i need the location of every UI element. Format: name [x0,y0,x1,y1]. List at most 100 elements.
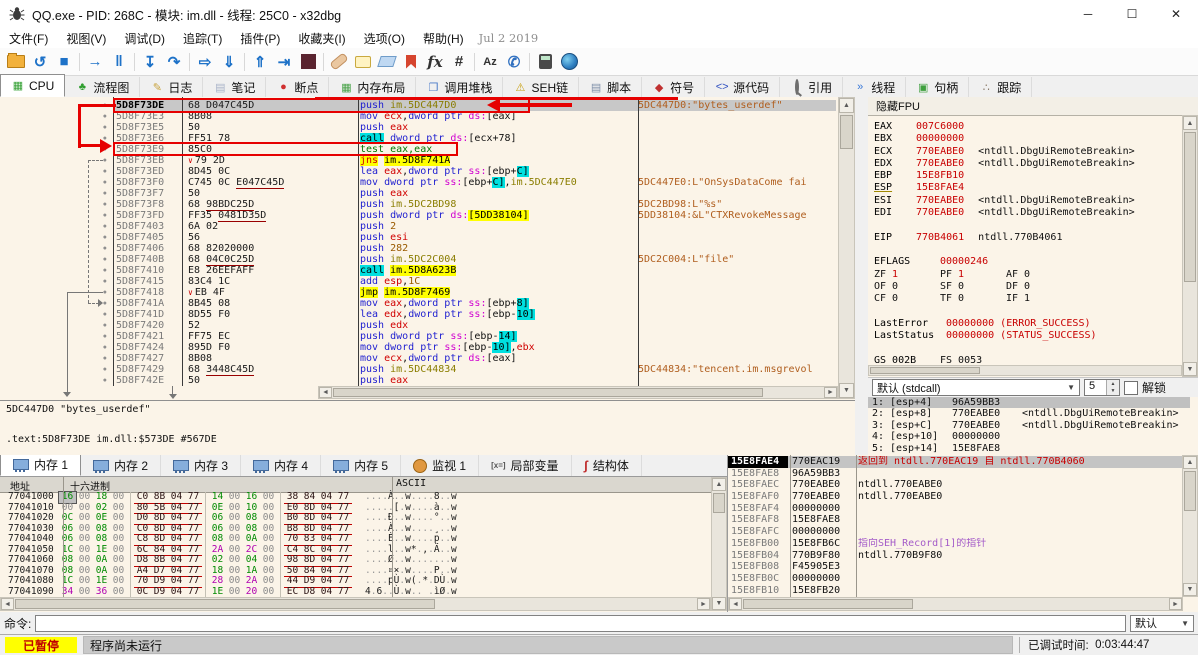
scroll-thumb[interactable] [15,599,435,609]
tab-引用[interactable]: 引用 [780,77,844,97]
menu-item[interactable]: 视图(V) [57,28,115,49]
stack-row[interactable]: 15E8FAE8 96A59BB3 [728,468,1183,480]
breakpoint-dot[interactable]: ● [0,122,113,133]
tab-句柄[interactable]: ▣ 句柄 [906,77,970,97]
disasm-row[interactable]: ● 5D8F73F7 50 push eax [0,188,836,199]
strings-icon[interactable]: Az [478,51,502,73]
restart-icon[interactable]: ↺ [28,51,52,73]
stack-vscrollbar[interactable]: ▲ ▼ [1182,455,1198,597]
registers-vscrollbar[interactable]: ▲ ▼ [1182,115,1198,377]
disasm-row[interactable]: ● 5D8F73DE 68 D047C45D push im.5DC447D0 5DC4… [0,100,836,111]
breakpoint-dot[interactable]: ● [0,188,113,199]
help-globe-icon[interactable] [557,51,581,73]
disasm-row[interactable]: ● 5D8F73E3 8B08 mov ecx,dword ptr ds:[eax] [0,111,836,122]
stack-row[interactable]: 15E8FB10 15E8FB20 [728,585,1183,597]
disasm-row[interactable]: ● 5D8F73E9 85C0 test eax,eax [0,144,836,155]
stack-row[interactable]: 15E8FB0C 00000000 [728,573,1183,585]
registers-hscrollbar[interactable] [868,365,1182,376]
minimize-button[interactable]: ─ [1066,0,1110,28]
tab-流程图[interactable]: ♣ 流程图 [65,77,141,97]
tab-CPU[interactable]: ▦ CPU [0,74,66,97]
disasm-row[interactable]: ● 5D8F740B 68 04C0C25D push im.5DC2C004 5DC2… [0,254,836,266]
tab-内存 4[interactable]: 内存 4 [241,455,322,476]
breakpoint-dot[interactable]: ● [0,177,113,188]
register-row[interactable] [874,244,1182,256]
menu-item[interactable]: 收藏夹(I) [289,28,354,49]
disasm-row[interactable]: ● 5D8F73EB ∨ 79 2D jns im.5D8F741A [0,155,836,166]
scroll-thumb[interactable] [1184,471,1196,511]
scroll-left-arrow[interactable]: ◄ [319,387,332,398]
argument-row[interactable]: 5: [esp+14] 15E8FAE8 [868,443,1190,454]
scroll-up-arrow[interactable]: ▲ [712,478,726,491]
disasm-row[interactable]: ● 5D8F73F0 C745 0C E047C45D mov dword ptr s… [0,177,836,189]
stack-row[interactable]: 15E8FB04 770B9F80 ntdll.770B9F80 [728,550,1183,562]
breakpoint-dot[interactable]: ● [0,111,113,122]
run-to-cursor-icon[interactable]: ⇨ [193,51,217,73]
disasm-row[interactable]: ● 5D8F7410 E8 26EEFAFF call im.5D8A623B [0,265,836,276]
register-row[interactable]: ESI 770EABE0 <ntdll.DbgUiRemoteBreakin> [874,195,1182,207]
disasm-row[interactable]: ● 5D8F741A 8B45 08 mov eax,dword ptr ss:[eb… [0,298,836,309]
menu-item[interactable]: 调试(D) [115,28,174,49]
register-row[interactable]: ESP 15E8FAE4 [874,182,1182,194]
tab-脚本[interactable]: ▤ 脚本 [579,77,643,97]
stack-hscrollbar[interactable]: ◄ ► [728,597,1183,611]
disasm-row[interactable]: ● 5D8F7421 FF75 EC push dword ptr ss:[ebp-1… [0,331,836,342]
dump-hscrollbar[interactable]: ◄ ► [0,597,711,611]
argument-row[interactable]: 2: [esp+8] 770EABE0 <ntdll.DbgUiRemoteBreak… [868,408,1190,419]
breakpoint-dot[interactable]: ● [0,353,113,364]
argument-row[interactable]: 3: [esp+C] 770EABE0 <ntdll.DbgUiRemoteBreak… [868,420,1190,431]
functions-icon[interactable]: fx [423,51,447,73]
open-file-icon[interactable] [4,51,28,73]
scroll-thumb[interactable] [333,388,763,397]
run-to-user-code-icon[interactable]: ⇥ [272,51,296,73]
disasm-row[interactable]: ● 5D8F73FD FF35 0481D35D push dword ptr ds:… [0,210,836,222]
phone-icon[interactable]: ✆ [502,51,526,73]
tab-局部变量[interactable]: [x=] 局部变量 [479,455,572,476]
dump-row[interactable]: 77041080 1C 00 1E 00 70 D9 04 77 28 00 2A 00 44 D9 04 77… [0,575,711,588]
labels-icon[interactable] [375,51,399,73]
step-into-icon[interactable]: ↧ [138,51,162,73]
stack-row[interactable]: 15E8FB00 15E8FB6C 指向SEH_Record[1]的指针 [728,538,1183,550]
tab-日志[interactable]: ✎ 日志 [140,77,204,97]
tab-源代码[interactable]: <> 源代码 [705,77,781,97]
scroll-thumb[interactable] [840,115,853,149]
scroll-right-arrow[interactable]: ► [824,387,837,398]
trace-into-icon[interactable]: ⇓ [217,51,241,73]
register-row[interactable]: EDX 770EABE0 <ntdll.DbgUiRemoteBreakin> [874,158,1182,170]
close-button[interactable]: ✕ [1154,0,1198,28]
register-row[interactable]: EAX 007C6000 [874,121,1182,133]
dump-vscrollbar[interactable]: ▲ ▼ [711,477,727,611]
disasm-row[interactable]: ● 5D8F73F8 68 98BDC25D push im.5DC2BD98 5DC2… [0,199,836,211]
tab-调用堆栈[interactable]: ❐ 调用堆栈 [416,77,504,97]
register-row[interactable]: ZF 1 PF 1 AF 0 [874,269,1182,281]
register-row[interactable]: LastStatus 00000000 (STATUS_SUCCESS) [874,330,1182,342]
tab-线程[interactable]: » 线程 [843,77,907,97]
breakpoint-dot[interactable]: ● [0,133,113,144]
tab-监视 1[interactable]: 监视 1 [401,455,480,476]
scroll-down-arrow[interactable]: ▼ [1183,583,1197,596]
dump-row[interactable]: 77041000 16 00 18 00 C0 8B 04 77 14 00 16 00 38 84 04 77… [0,491,711,504]
breakpoint-dot[interactable]: ● [0,144,113,155]
step-out-icon[interactable]: ⇑ [248,51,272,73]
breakpoint-dot[interactable]: ● [0,254,113,265]
disasm-row[interactable]: ● 5D8F73ED 8D45 0C lea eax,dword ptr ss:[eb… [0,166,836,177]
tab-内存布局[interactable]: ▦ 内存布局 [329,77,417,97]
register-row[interactable]: EDI 770EABE0 <ntdll.DbgUiRemoteBreakin> [874,207,1182,219]
scroll-thumb[interactable] [743,599,913,609]
stack-panel[interactable]: 15E8FAE4 770EAC19 返回到 ntdll.770EAC19 自 ntd… [727,455,1198,612]
spin-up-icon[interactable]: ▲ [1107,380,1119,388]
stack-row[interactable]: 15E8FAE4 770EAC19 返回到 ntdll.770EAC19 自 ntd… [728,456,1183,468]
dump-row[interactable]: 77041020 0C 00 0E 00 D0 8D 04 77 06 00 08 00 B0 8D 04 77… [0,512,711,525]
snowman-icon[interactable]: # [447,51,471,73]
breakpoint-dot[interactable]: ● [0,320,113,331]
patches-icon[interactable] [327,51,351,73]
disasm-row[interactable]: ● 5D8F73E6 FF51 78 call dword ptr ds:[ecx+7… [0,133,836,144]
menu-item[interactable]: 帮助(H) [414,28,473,49]
scroll-down-arrow[interactable]: ▼ [839,383,854,398]
disasm-row[interactable]: ● 5D8F7420 52 push edx [0,320,836,331]
stack-row[interactable]: 15E8FAEC 770EABE0 ntdll.770EABE0 [728,479,1183,491]
scroll-right-arrow[interactable]: ► [1169,598,1182,610]
register-row[interactable]: EBX 00000000 [874,133,1182,145]
scroll-right-arrow[interactable]: ► [697,598,710,610]
register-row[interactable]: ECX 770EABE0 <ntdll.DbgUiRemoteBreakin> [874,146,1182,158]
